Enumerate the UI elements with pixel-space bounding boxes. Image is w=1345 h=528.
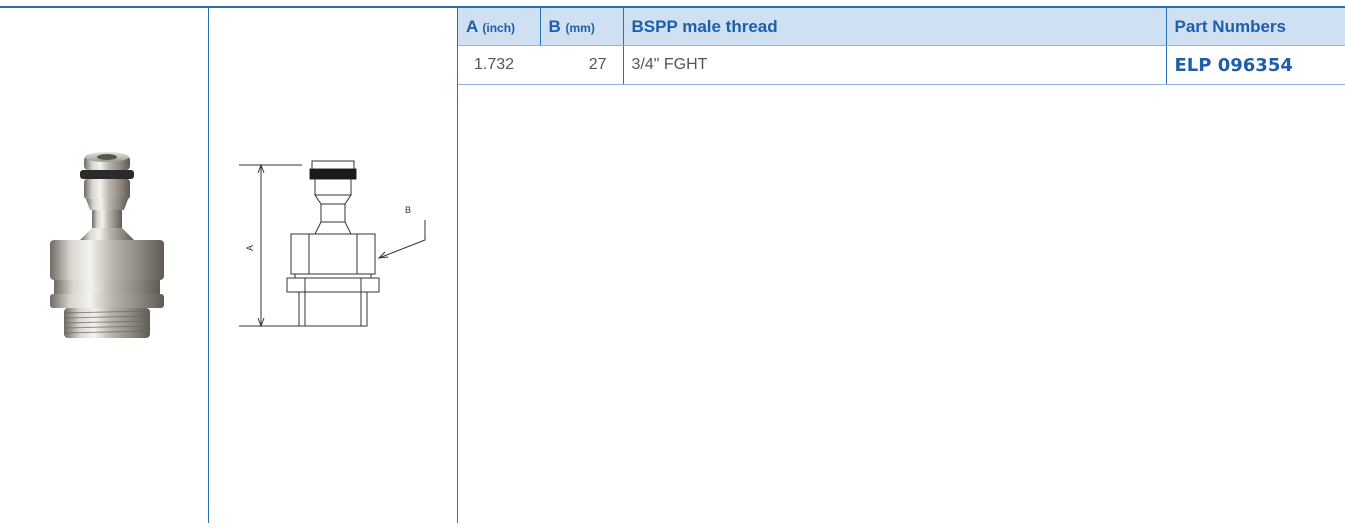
table-row: 1.732 27 3/4" FGHT ELP 096354 <box>458 45 1345 85</box>
part-number-link[interactable]: ELP 096354 <box>1165 45 1345 85</box>
connector-photo-image <box>50 152 164 338</box>
spec-table: A (inch) B (mm) BSPP male thread Part Nu… <box>458 8 1345 85</box>
dimension-a-label: A <box>245 245 255 251</box>
header-a: A (inch) <box>458 8 540 46</box>
column-divider <box>457 8 458 523</box>
connector-drawing-image: B A <box>239 160 426 328</box>
dimension-b-label: B <box>405 205 411 215</box>
header-part-numbers: Part Numbers <box>1165 8 1345 46</box>
product-photo <box>0 8 208 523</box>
cell-b: 27 <box>540 45 623 85</box>
header-thread: BSPP male thread <box>622 8 1166 46</box>
header-b-label: B <box>548 16 561 36</box>
header-b-unit: (mm) <box>565 20 595 35</box>
table-header-row: A (inch) B (mm) BSPP male thread Part Nu… <box>458 8 1345 46</box>
cell-a: 1.732 <box>458 45 540 85</box>
cell-thread: 3/4" FGHT <box>622 45 1166 85</box>
header-b: B (mm) <box>539 8 623 46</box>
technical-drawing: B A <box>209 8 457 523</box>
header-a-label: A <box>466 16 478 36</box>
header-a-unit: (inch) <box>482 20 516 35</box>
